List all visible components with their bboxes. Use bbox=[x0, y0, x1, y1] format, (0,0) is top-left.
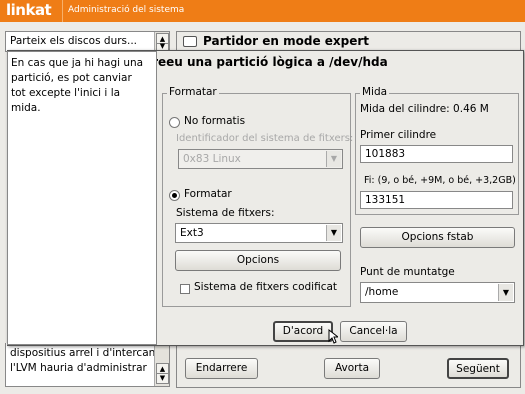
step-selector[interactable]: Parteix els discos durs... ▲ ▼ bbox=[5, 31, 170, 52]
abort-button[interactable]: Avorta bbox=[324, 358, 380, 379]
create-partition-dialog: Creeu una partició lògica a /dev/hda En … bbox=[7, 50, 524, 346]
app-title: Administració del sistema bbox=[68, 5, 185, 15]
top-bar-separator bbox=[62, 0, 63, 22]
ok-button[interactable]: D'acord bbox=[273, 321, 333, 342]
format-label[interactable]: Formatar bbox=[184, 188, 232, 200]
fs-value: Ext3 bbox=[180, 227, 204, 239]
format-group-legend: Formatar bbox=[167, 86, 219, 98]
format-options-button[interactable]: Opcions bbox=[175, 250, 341, 271]
help-text-line-1: dispositius arrel i d'intercanvi, bbox=[10, 347, 168, 359]
fs-id-value: 0x83 Linux bbox=[183, 153, 241, 165]
end-cylinder-value: 133151 bbox=[365, 194, 406, 206]
size-group-legend: Mida bbox=[360, 86, 390, 98]
mount-point-label: Punt de muntatge bbox=[360, 266, 455, 278]
end-label: Fi: (9, o bé, +9M, o bé, +3,2GB) bbox=[364, 175, 516, 186]
partitioner-icon bbox=[183, 36, 197, 47]
scroll-down-icon[interactable]: ▼ bbox=[156, 373, 169, 384]
next-button[interactable]: Següent bbox=[447, 358, 509, 379]
next-button-label: Següent bbox=[456, 363, 500, 375]
cylinder-size-text: Mida del cilindre: 0.46 M bbox=[360, 103, 489, 115]
help-scrollbar[interactable]: ▲ ▼ bbox=[154, 343, 169, 386]
first-cylinder-label: Primer cilindre bbox=[360, 129, 437, 141]
cancel-button-label: Cancel·la bbox=[349, 325, 398, 337]
first-cylinder-input[interactable]: 101883 bbox=[360, 145, 513, 163]
ok-button-label: D'acord bbox=[282, 325, 324, 337]
format-options-label: Opcions bbox=[236, 254, 280, 266]
fs-id-select: 0x83 Linux ▼ bbox=[178, 149, 343, 169]
mount-point-select[interactable]: /home ▼ bbox=[360, 282, 515, 303]
cancel-button[interactable]: Cancel·la bbox=[340, 321, 407, 342]
step-selector-scrollbar[interactable]: ▲ ▼ bbox=[154, 32, 169, 51]
no-format-radio[interactable] bbox=[169, 117, 180, 128]
wizard-button-bar: Endarrere Avorta Següent bbox=[176, 349, 521, 388]
main-panel-title: Partidor en mode expert bbox=[203, 34, 370, 48]
linkat-logo: linkat bbox=[6, 1, 52, 19]
mouse-cursor-icon bbox=[328, 329, 338, 344]
fstab-options-label: Opcions fstab bbox=[401, 231, 474, 243]
format-radio[interactable] bbox=[169, 190, 180, 201]
help-panel-bottom: dispositius arrel i d'intercanvi, l'LVM … bbox=[5, 343, 170, 387]
fstab-options-button[interactable]: Opcions fstab bbox=[360, 227, 515, 248]
no-format-label[interactable]: No formatis bbox=[184, 115, 245, 127]
step-selector-label: Parteix els discos durs... bbox=[10, 35, 138, 47]
fs-label: Sistema de fitxers: bbox=[176, 207, 275, 219]
end-cylinder-input[interactable]: 133151 bbox=[360, 191, 513, 209]
back-button-label: Endarrere bbox=[195, 362, 248, 374]
encrypted-fs-checkbox[interactable] bbox=[180, 284, 190, 294]
help-text-panel: En cas que ja hi hagi una partició, es p… bbox=[7, 51, 157, 345]
help-text: En cas que ja hi hagi una partició, es p… bbox=[11, 57, 144, 114]
chevron-down-icon[interactable]: ▼ bbox=[498, 284, 513, 301]
fs-id-label: Identificador del sistema de fitxers: bbox=[176, 133, 354, 144]
chevron-down-icon[interactable]: ▼ bbox=[326, 225, 341, 241]
encrypted-fs-label[interactable]: Sistema de fitxers codificat bbox=[194, 281, 337, 293]
top-bar: linkat Administració del sistema bbox=[0, 0, 525, 22]
help-text-line-2: l'LVM hauria d'administrar bbox=[10, 362, 147, 374]
first-cylinder-value: 101883 bbox=[365, 148, 406, 160]
abort-button-label: Avorta bbox=[334, 362, 370, 374]
back-button[interactable]: Endarrere bbox=[185, 358, 258, 379]
format-group: Formatar No formatis Identificador del s… bbox=[162, 86, 354, 307]
chevron-down-icon: ▼ bbox=[326, 151, 341, 167]
fs-select[interactable]: Ext3 ▼ bbox=[175, 223, 343, 243]
mount-point-value: /home bbox=[365, 286, 399, 298]
size-group: Mida Mida del cilindre: 0.46 M Primer ci… bbox=[355, 86, 519, 215]
